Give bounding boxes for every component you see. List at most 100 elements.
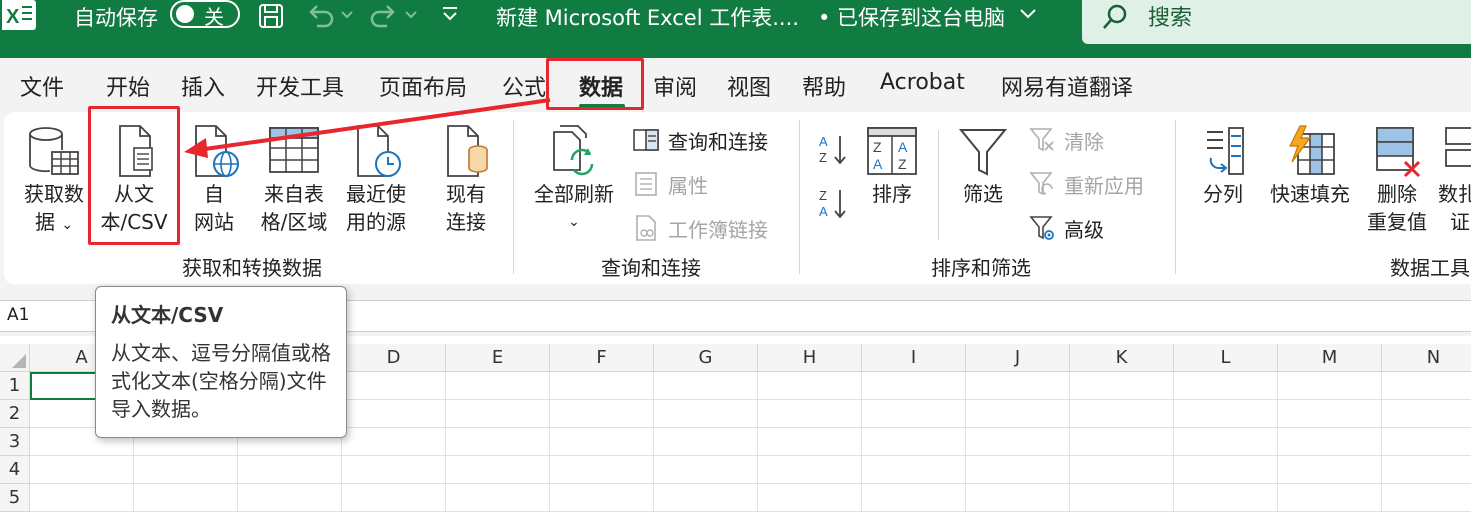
- cell-i4[interactable]: [862, 456, 966, 484]
- row-header-2[interactable]: 2: [0, 400, 30, 428]
- tab-help[interactable]: 帮助: [802, 70, 846, 102]
- tab-file[interactable]: 文件: [20, 70, 64, 102]
- sort-ascending-icon[interactable]: A Z: [818, 132, 848, 168]
- cell-g2[interactable]: [654, 400, 758, 428]
- sort-button[interactable]: Z A A Z 排序: [862, 124, 922, 208]
- cell-m3[interactable]: [1278, 428, 1382, 456]
- cell-j2[interactable]: [966, 400, 1070, 428]
- column-header-d[interactable]: D: [342, 344, 446, 372]
- cell-m5[interactable]: [1278, 484, 1382, 512]
- column-header-m[interactable]: M: [1278, 344, 1382, 372]
- cell-n2[interactable]: [1382, 400, 1471, 428]
- cell-g1[interactable]: [654, 372, 758, 400]
- cell-n1[interactable]: [1382, 372, 1471, 400]
- cell-h5[interactable]: [758, 484, 862, 512]
- column-header-l[interactable]: L: [1174, 344, 1278, 372]
- search-box[interactable]: 搜索: [1082, 0, 1471, 44]
- cell-a4[interactable]: [30, 456, 134, 484]
- column-header-j[interactable]: J: [966, 344, 1070, 372]
- column-header-h[interactable]: H: [758, 344, 862, 372]
- save-status[interactable]: • 已保存到这台电脑: [818, 2, 1005, 32]
- select-all-corner[interactable]: [0, 344, 30, 372]
- redo-icon[interactable]: [369, 2, 399, 30]
- cell-d4[interactable]: [342, 456, 446, 484]
- cell-a5[interactable]: [30, 484, 134, 512]
- tab-home[interactable]: 开始: [106, 70, 150, 102]
- remove-duplicates-button[interactable]: 删除 重复值: [1362, 124, 1432, 236]
- cell-g5[interactable]: [654, 484, 758, 512]
- text-to-columns-button[interactable]: 分列: [1190, 124, 1256, 208]
- cell-j3[interactable]: [966, 428, 1070, 456]
- row-header-1[interactable]: 1: [0, 372, 30, 400]
- cell-h1[interactable]: [758, 372, 862, 400]
- cell-h3[interactable]: [758, 428, 862, 456]
- cell-i3[interactable]: [862, 428, 966, 456]
- formula-bar[interactable]: [330, 300, 1471, 332]
- cell-f5[interactable]: [550, 484, 654, 512]
- chevron-down-icon[interactable]: [1018, 6, 1038, 22]
- cell-f1[interactable]: [550, 372, 654, 400]
- cell-f3[interactable]: [550, 428, 654, 456]
- column-header-f[interactable]: F: [550, 344, 654, 372]
- cell-d5[interactable]: [342, 484, 446, 512]
- cell-c4[interactable]: [238, 456, 342, 484]
- cell-c5[interactable]: [238, 484, 342, 512]
- cell-m4[interactable]: [1278, 456, 1382, 484]
- tab-review[interactable]: 审阅: [653, 70, 697, 102]
- cell-k3[interactable]: [1070, 428, 1174, 456]
- chevron-down-icon[interactable]: [404, 8, 418, 22]
- cell-j4[interactable]: [966, 456, 1070, 484]
- save-icon[interactable]: [257, 2, 285, 30]
- cell-h2[interactable]: [758, 400, 862, 428]
- cell-e4[interactable]: [446, 456, 550, 484]
- cell-e3[interactable]: [446, 428, 550, 456]
- cell-d3[interactable]: [342, 428, 446, 456]
- tab-youdao[interactable]: 网易有道翻译: [1001, 70, 1133, 102]
- sort-descending-icon[interactable]: Z A: [818, 186, 848, 222]
- flash-fill-button[interactable]: 快速填充: [1262, 124, 1358, 208]
- cell-l5[interactable]: [1174, 484, 1278, 512]
- data-validation-button[interactable]: 数扎 证: [1438, 124, 1471, 236]
- cell-l4[interactable]: [1174, 456, 1278, 484]
- cell-g3[interactable]: [654, 428, 758, 456]
- cell-i5[interactable]: [862, 484, 966, 512]
- undo-icon[interactable]: [305, 2, 335, 30]
- tab-acrobat[interactable]: Acrobat: [880, 70, 965, 95]
- row-header-5[interactable]: 5: [0, 484, 30, 512]
- cell-m2[interactable]: [1278, 400, 1382, 428]
- cell-e2[interactable]: [446, 400, 550, 428]
- cell-d1[interactable]: [342, 372, 446, 400]
- get-data-button[interactable]: 获取数 据 ⌄: [16, 124, 92, 239]
- column-header-e[interactable]: E: [446, 344, 550, 372]
- cell-j1[interactable]: [966, 372, 1070, 400]
- column-header-g[interactable]: G: [654, 344, 758, 372]
- row-header-4[interactable]: 4: [0, 456, 30, 484]
- cell-g4[interactable]: [654, 456, 758, 484]
- cell-k4[interactable]: [1070, 456, 1174, 484]
- autosave-toggle[interactable]: 关: [170, 0, 240, 29]
- cell-h4[interactable]: [758, 456, 862, 484]
- cell-n3[interactable]: [1382, 428, 1471, 456]
- filter-button[interactable]: 筛选: [950, 124, 1016, 208]
- tab-view[interactable]: 视图: [727, 70, 771, 102]
- cell-n5[interactable]: [1382, 484, 1471, 512]
- cell-e5[interactable]: [446, 484, 550, 512]
- column-header-n[interactable]: N: [1382, 344, 1471, 372]
- chevron-down-icon[interactable]: [340, 8, 354, 22]
- cell-b4[interactable]: [134, 456, 238, 484]
- cell-e1[interactable]: [446, 372, 550, 400]
- cell-f2[interactable]: [550, 400, 654, 428]
- name-box[interactable]: A1: [0, 300, 110, 332]
- cell-f4[interactable]: [550, 456, 654, 484]
- cell-k5[interactable]: [1070, 484, 1174, 512]
- cell-n4[interactable]: [1382, 456, 1471, 484]
- cell-l1[interactable]: [1174, 372, 1278, 400]
- cell-j5[interactable]: [966, 484, 1070, 512]
- cell-d2[interactable]: [342, 400, 446, 428]
- column-header-i[interactable]: I: [862, 344, 966, 372]
- cell-k1[interactable]: [1070, 372, 1174, 400]
- customize-toolbar-icon[interactable]: [440, 4, 460, 24]
- cell-l2[interactable]: [1174, 400, 1278, 428]
- cell-b5[interactable]: [134, 484, 238, 512]
- cell-m1[interactable]: [1278, 372, 1382, 400]
